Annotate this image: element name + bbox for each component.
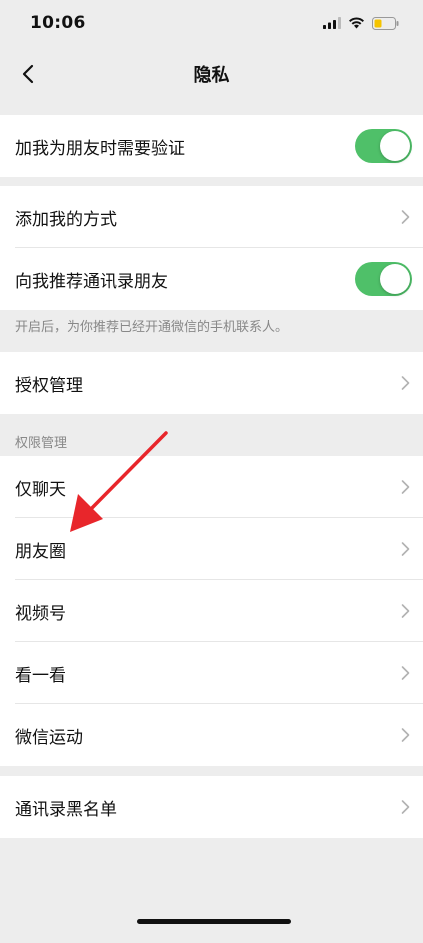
recommend-toggle[interactable]: [355, 262, 412, 296]
chevron-right-icon: [401, 376, 410, 390]
status-bar: 10:06: [0, 0, 423, 46]
wifi-icon: [349, 17, 364, 29]
blacklist-group: 通讯录黑名单: [0, 776, 423, 838]
permission-item-label: 微信运动: [15, 727, 83, 748]
verification-group: 加我为朋友时需要验证: [0, 115, 423, 177]
chevron-right-icon: [401, 728, 410, 742]
battery-icon: [372, 16, 399, 30]
chevron-right-icon: [401, 604, 410, 618]
chevron-right-icon: [401, 542, 410, 556]
auth-row[interactable]: 授权管理: [0, 352, 423, 414]
recommend-hint: 开启后，为你推荐已经开通微信的手机联系人。: [15, 320, 289, 335]
blacklist-label: 通讯录黑名单: [15, 799, 117, 820]
permission-item-werun[interactable]: 微信运动: [0, 704, 423, 766]
recommend-row: 向我推荐通讯录朋友: [0, 248, 423, 310]
verify-row: 加我为朋友时需要验证: [0, 115, 423, 177]
permission-item-channels[interactable]: 视频号: [0, 580, 423, 642]
permissions-group: 仅聊天 朋友圈 视频号 看一看 微信运动: [0, 456, 423, 766]
back-button[interactable]: [10, 56, 46, 92]
chevron-left-icon: [22, 64, 34, 84]
add-me-label: 添加我的方式: [15, 209, 117, 230]
add-me-row[interactable]: 添加我的方式: [0, 186, 423, 248]
chevron-right-icon: [401, 800, 410, 814]
signal-icon: [323, 17, 341, 29]
permission-item-top-stories[interactable]: 看一看: [0, 642, 423, 704]
status-icons: [323, 16, 399, 30]
permission-item-label: 视频号: [15, 603, 66, 624]
permission-item-label: 朋友圈: [15, 541, 66, 562]
add-methods-group: 添加我的方式 向我推荐通讯录朋友: [0, 186, 423, 310]
permissions-section-title: 权限管理: [15, 436, 68, 451]
chevron-right-icon: [401, 666, 410, 680]
chevron-right-icon: [401, 210, 410, 224]
home-indicator[interactable]: [137, 919, 291, 924]
permission-item-label: 仅聊天: [15, 479, 66, 500]
toggle-knob: [380, 131, 410, 161]
verify-label: 加我为朋友时需要验证: [15, 138, 185, 159]
nav-bar: 隐私: [0, 46, 423, 102]
verify-toggle[interactable]: [355, 129, 412, 163]
recommend-label: 向我推荐通讯录朋友: [15, 271, 168, 292]
permission-item-chat-only[interactable]: 仅聊天: [0, 456, 423, 518]
status-time: 10:06: [30, 13, 86, 33]
chevron-right-icon: [401, 480, 410, 494]
page-title: 隐私: [193, 65, 230, 86]
toggle-knob: [380, 264, 410, 294]
blacklist-row[interactable]: 通讯录黑名单: [0, 776, 423, 838]
auth-label: 授权管理: [15, 375, 83, 396]
authorization-group: 授权管理: [0, 352, 423, 414]
permission-item-label: 看一看: [15, 665, 66, 686]
permission-item-moments[interactable]: 朋友圈: [0, 518, 423, 580]
